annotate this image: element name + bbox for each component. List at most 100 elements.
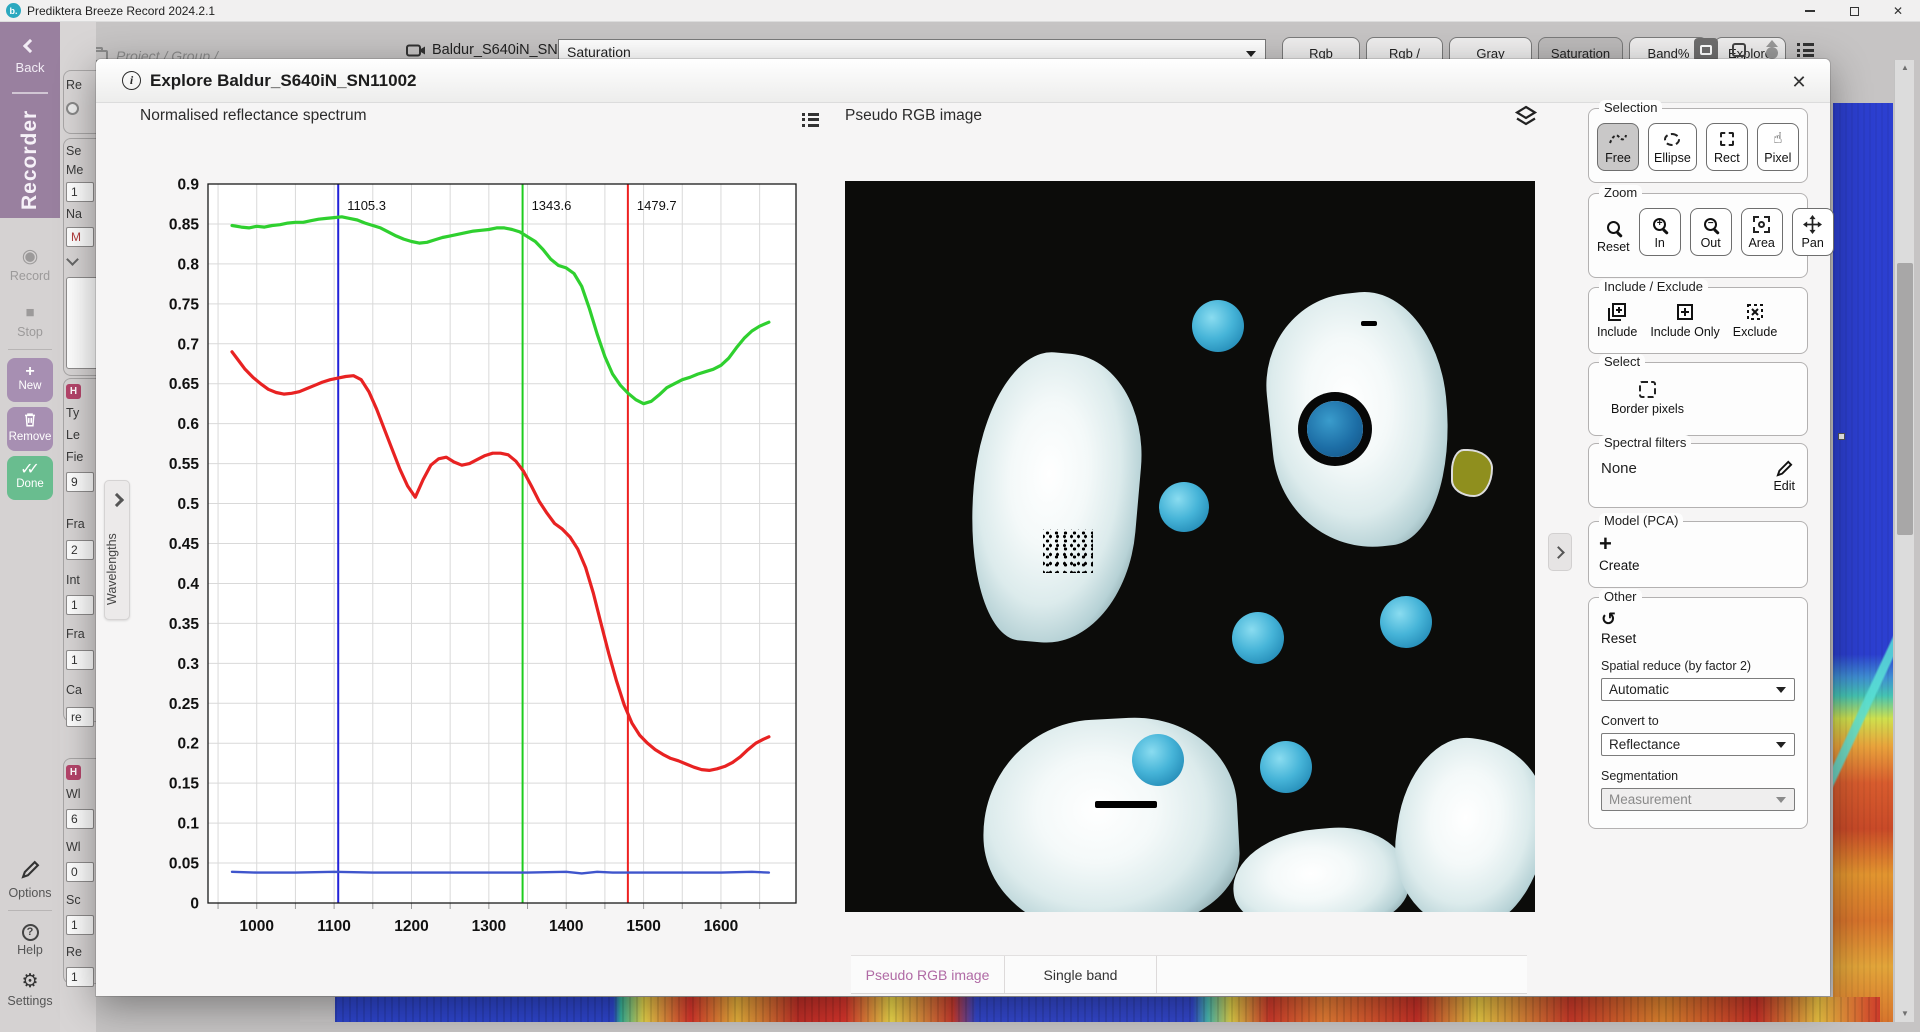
free-button[interactable]: Free [1597,123,1639,171]
include-icon [1606,302,1628,322]
other-group: Other ↺ Reset Spatial reduce (by factor … [1588,597,1808,829]
camera-icon [406,43,426,58]
area-button[interactable]: Area [1741,208,1783,256]
form-input-fragment[interactable]: 1 [66,915,94,935]
svg-text:1200: 1200 [394,918,428,935]
tab-single-band[interactable]: Single band [1005,956,1157,993]
svg-text:0.2: 0.2 [177,736,199,753]
form-input-fragment[interactable]: 1 [66,967,94,987]
zoom-group: Zoom Reset+In−OutAreaPan [1588,193,1808,278]
remove-button[interactable]: Remove [7,407,53,451]
dialog-close-icon[interactable]: ✕ [1786,69,1812,95]
window-close-icon[interactable]: ✕ [1876,0,1920,22]
form-input-fragment[interactable]: 9 [66,472,94,492]
pixel-button[interactable]: ☝Pixel [1757,123,1799,171]
pseudo-rgb-image[interactable] [845,181,1535,912]
plus-icon: + [7,363,53,380]
window-title: Prediktera Breeze Record 2024.2.1 [27,4,215,18]
out-button[interactable]: −Out [1690,208,1732,256]
window-minimize-icon[interactable] [1788,0,1832,22]
divider [8,910,52,911]
form-input-fragment[interactable]: 1 [66,650,94,670]
ellipse-button[interactable]: Ellipse [1648,123,1697,171]
svg-text:0.8: 0.8 [177,256,199,273]
edit-filters-button[interactable]: Edit [1773,460,1795,493]
help-button[interactable]: ? Help [0,920,60,957]
chevron-left-icon [23,39,37,53]
screen: b. Prediktera Breeze Record 2024.2.1 ✕ B… [0,0,1920,1032]
tools-collapse-button[interactable] [1548,533,1572,571]
free-icon [1608,129,1628,149]
svg-text:0.3: 0.3 [177,656,199,673]
free-selection-region[interactable] [1451,449,1493,497]
window-maximize-icon[interactable] [1832,0,1876,22]
selection-group: Selection FreeEllipseRect☝Pixel [1588,108,1808,183]
form-label-fragment: Wl [66,787,81,801]
spatial-reduce-select[interactable]: Automatic [1601,678,1795,701]
zoom-in-icon: + [1653,214,1666,234]
stop-icon: ■ [0,303,60,323]
wavelengths-collapsed-panel[interactable]: Wavelengths [104,480,130,620]
form-input-fragment[interactable]: 1 [66,182,94,202]
form-input-fragment[interactable]: 6 [66,809,94,829]
pencil-icon [1776,460,1793,477]
heatmap-marker-dot [1838,433,1845,440]
new-button[interactable]: + New [7,358,53,402]
include-button[interactable]: Include [1597,300,1637,341]
options-button[interactable]: Options [0,860,60,900]
spectral-filter-value: None [1601,460,1637,477]
blue-disc [1260,741,1312,793]
layers-icon[interactable] [1514,105,1538,132]
chart-options-icon[interactable] [802,111,819,129]
svg-text:0.65: 0.65 [169,376,200,393]
reset-button[interactable]: Reset [1597,215,1630,256]
scroll-down-icon[interactable]: ▼ [1895,1006,1915,1022]
settings-button[interactable]: ⚙ Settings [0,972,60,1008]
image-view-tabs: Pseudo RGB imageSingle band [851,955,1527,994]
svg-text:0.85: 0.85 [169,216,200,233]
include-only-button[interactable]: Include Only [1650,300,1719,341]
form-label-fragment: Ty [66,406,79,420]
rect-button[interactable]: Rect [1706,123,1748,171]
svg-text:1000: 1000 [239,918,273,935]
scroll-up-icon[interactable]: ▲ [1895,60,1915,76]
stop-button[interactable]: ■ Stop [0,303,60,339]
form-input-fragment[interactable]: 2 [66,540,94,560]
trash-icon [7,412,53,431]
tab-pseudo-rgb-image[interactable]: Pseudo RGB image [851,956,1005,993]
scrollbar-corner [300,997,333,1022]
border-pixels-button[interactable]: Border pixels [1611,377,1684,418]
pan-button[interactable]: Pan [1792,208,1834,256]
form-label-fragment: Ca [66,683,82,697]
model-pca-group: Model (PCA) + Create [1588,521,1808,588]
scrollbar-thumb[interactable] [1897,263,1913,535]
create-model-button[interactable]: + Create [1589,522,1807,573]
svg-text:1300: 1300 [472,918,506,935]
in-button[interactable]: +In [1639,208,1681,256]
plus-icon: + [1599,531,1612,556]
form-input-fragment[interactable]: M [66,227,94,247]
dash-mark [1095,801,1157,808]
back-button[interactable]: Back [0,38,60,75]
done-button[interactable]: ✓✓ Done [7,456,53,500]
svg-text:0.35: 0.35 [169,616,200,633]
svg-text:0.5: 0.5 [177,496,199,513]
record-button[interactable]: ◉ Record [0,247,60,283]
form-label-fragment: Int [66,573,80,587]
exclude-button[interactable]: Exclude [1733,300,1777,341]
form-input-fragment[interactable]: re [66,707,94,727]
spectrum-chart[interactable]: 1105.31343.61479.700.050.10.150.20.250.3… [146,176,806,938]
background-form-strip: ReSeMe1NaMHTyLeFie9Fra2Int1Fra1CareHWl6W… [60,22,96,1032]
form-label-fragment: Fra [66,517,85,531]
svg-text:1600: 1600 [704,918,738,935]
form-listbox-fragment [66,277,96,369]
form-input-fragment[interactable]: 0 [66,862,94,882]
reset-other-button[interactable]: ↺ Reset [1601,610,1795,646]
svg-text:0.4: 0.4 [177,576,199,593]
vertical-scrollbar[interactable]: ▲ ▼ [1894,60,1914,1022]
radio-icon [66,102,79,115]
form-input-fragment[interactable]: 1 [66,595,94,615]
gear-icon: ⚙ [0,972,60,992]
convert-to-select[interactable]: Reflectance [1601,733,1795,756]
chevron-right-icon [1552,546,1565,559]
